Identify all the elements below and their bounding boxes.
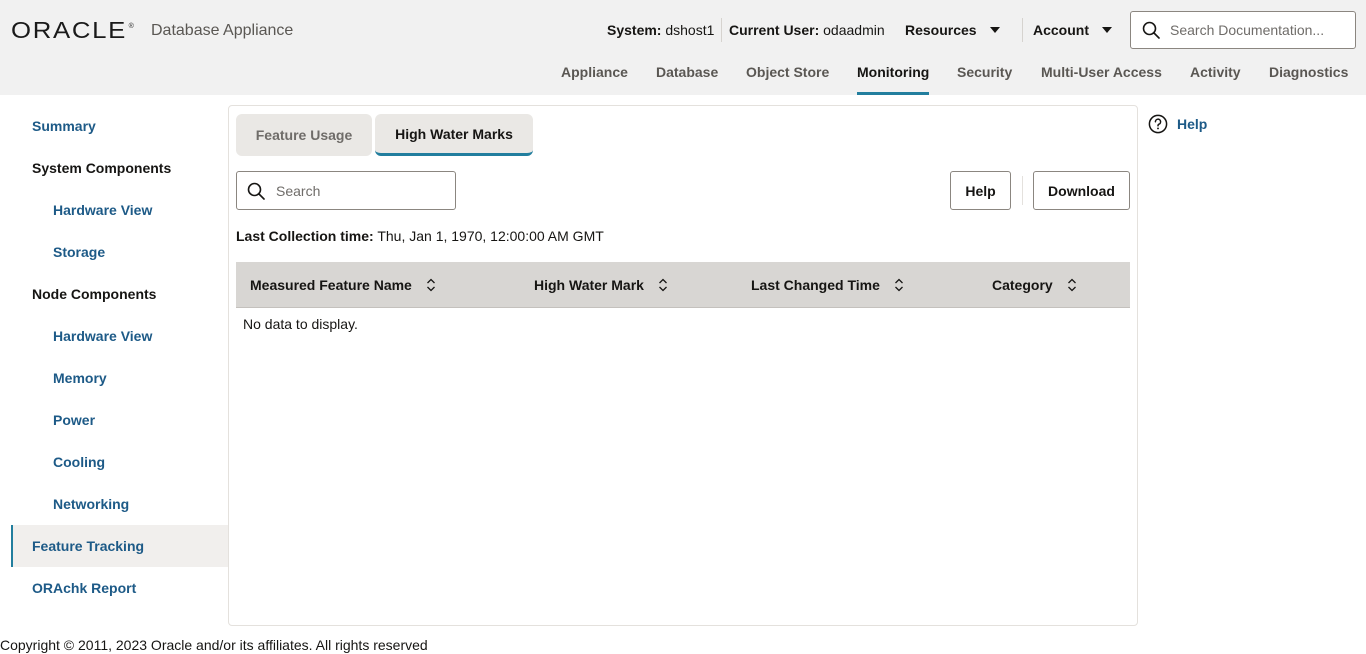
- nav-activity[interactable]: Activity: [1190, 64, 1241, 95]
- column-header-high-water-mark[interactable]: High Water Mark: [534, 262, 668, 307]
- download-button[interactable]: Download: [1033, 171, 1130, 210]
- feature-tracking-panel: Feature Usage High Water Marks Help Down…: [228, 105, 1138, 626]
- sidebar-item-node-hardware-view[interactable]: Hardware View: [11, 315, 228, 357]
- sort-icon: [894, 278, 903, 291]
- tab-feature-usage[interactable]: Feature Usage: [236, 114, 372, 156]
- column-label: Measured Feature Name: [250, 276, 412, 293]
- sidebar-item-power[interactable]: Power: [11, 399, 228, 441]
- resources-menu[interactable]: Resources: [905, 22, 1000, 38]
- sidebar-group-node-components: Node Components: [32, 286, 157, 302]
- sidebar-item-orachk-report[interactable]: ORAchk Report: [11, 567, 228, 609]
- search-icon: [247, 182, 265, 200]
- help-circle-icon: [1148, 114, 1168, 134]
- system-label: System:: [607, 22, 662, 38]
- nav-diagnostics[interactable]: Diagnostics: [1269, 64, 1348, 95]
- sidebar-item-feature-tracking[interactable]: Feature Tracking: [11, 525, 228, 567]
- column-header-category[interactable]: Category: [992, 262, 1077, 307]
- header-divider: [721, 18, 722, 42]
- current-user-value: odaadmin: [823, 22, 885, 38]
- caret-down-icon: [989, 27, 1000, 33]
- caret-down-icon: [1102, 27, 1112, 33]
- sidebar-item-networking[interactable]: Networking: [11, 483, 228, 525]
- last-collection-time: Last Collection time: Thu, Jan 1, 1970, …: [236, 228, 604, 244]
- column-label: Category: [992, 276, 1053, 293]
- column-header-measured-feature-name[interactable]: Measured Feature Name: [250, 262, 436, 307]
- sidebar-item-cooling[interactable]: Cooling: [11, 441, 228, 483]
- account-menu[interactable]: Account: [1033, 22, 1112, 38]
- table-header: Measured Feature Name High Water Mark La…: [236, 262, 1130, 308]
- nav-security[interactable]: Security: [957, 64, 1012, 95]
- last-collection-label: Last Collection time:: [236, 228, 374, 244]
- system-value: dshost1: [665, 22, 715, 38]
- sidebar-item-storage[interactable]: Storage: [11, 231, 228, 273]
- help-link-label: Help: [1177, 116, 1208, 132]
- nav-object-store[interactable]: Object Store: [746, 64, 829, 95]
- app-header: ORACLE ® Database Appliance System: dsho…: [0, 0, 1366, 95]
- current-user-label: Current User:: [729, 22, 820, 38]
- last-collection-value: Thu, Jan 1, 1970, 12:00:00 AM GMT: [377, 228, 604, 244]
- system-info: System: dshost1: [607, 22, 714, 38]
- nav-appliance[interactable]: Appliance: [561, 64, 628, 95]
- help-link[interactable]: Help: [1148, 114, 1207, 134]
- current-user-info: Current User: odaadmin: [729, 22, 885, 38]
- app-name: Database Appliance: [151, 22, 294, 39]
- sort-icon: [426, 278, 435, 291]
- table-search[interactable]: [236, 171, 456, 210]
- copyright-footer: Copyright © 2011, 2023 Oracle and/or its…: [0, 637, 428, 653]
- logo-wordmark: ORACLE: [11, 17, 128, 43]
- sidebar-group-system-components: System Components: [32, 160, 172, 176]
- resources-menu-label: Resources: [905, 22, 977, 38]
- account-menu-label: Account: [1033, 22, 1089, 38]
- sort-icon: [1067, 278, 1076, 291]
- oracle-logo[interactable]: ORACLE ®: [11, 17, 134, 44]
- column-label: Last Changed Time: [751, 276, 880, 293]
- tab-high-water-marks[interactable]: High Water Marks: [375, 114, 533, 156]
- sidebar-item-summary[interactable]: Summary: [11, 105, 228, 147]
- nav-multi-user-access[interactable]: Multi-User Access: [1041, 64, 1162, 95]
- table-search-input[interactable]: [276, 182, 446, 199]
- sidebar-item-system-hardware-view[interactable]: Hardware View: [11, 189, 228, 231]
- nav-database[interactable]: Database: [656, 64, 718, 95]
- toolbar-divider: [1022, 176, 1023, 205]
- documentation-search-input[interactable]: [1170, 22, 1350, 38]
- help-button[interactable]: Help: [950, 171, 1011, 210]
- documentation-search[interactable]: [1130, 11, 1356, 49]
- nav-monitoring[interactable]: Monitoring: [857, 64, 930, 95]
- column-label: High Water Mark: [534, 276, 644, 293]
- search-icon: [1142, 21, 1160, 39]
- table-empty-message: No data to display.: [243, 316, 358, 332]
- sidebar-item-memory[interactable]: Memory: [11, 357, 228, 399]
- sort-icon: [658, 278, 667, 291]
- logo-registered-mark: ®: [128, 23, 134, 30]
- header-divider: [1022, 18, 1023, 42]
- column-header-last-changed-time[interactable]: Last Changed Time: [751, 262, 904, 307]
